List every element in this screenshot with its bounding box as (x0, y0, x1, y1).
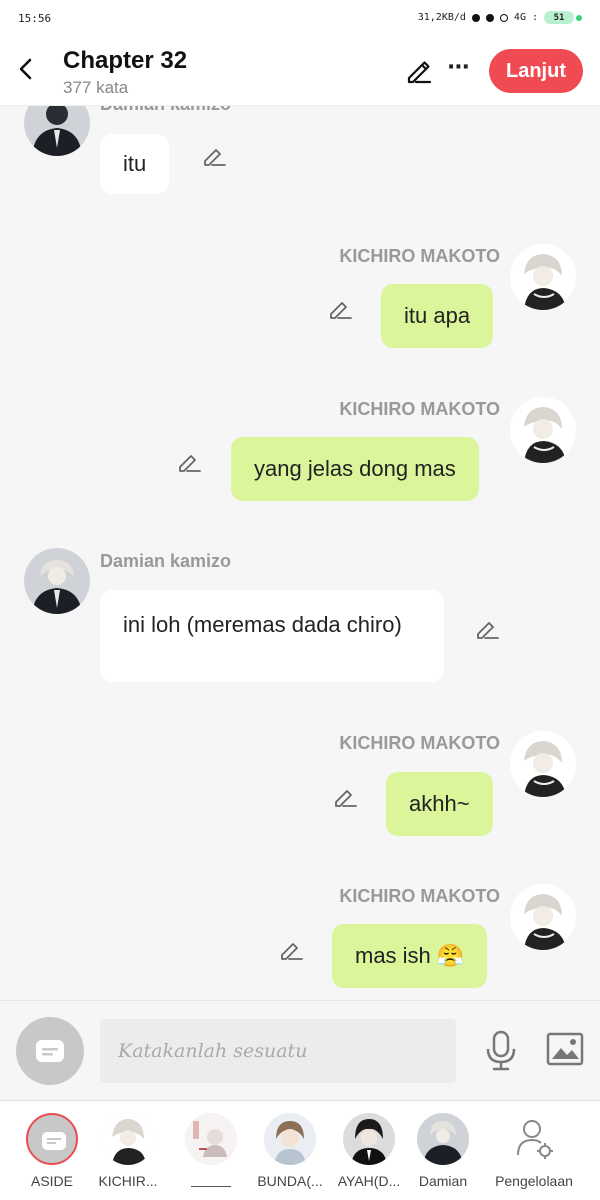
image-icon (546, 1032, 584, 1066)
signal-dot-icon (499, 13, 508, 22)
net-speed: 31,2KB/d (417, 12, 466, 23)
avatar-damian[interactable] (24, 106, 90, 156)
edit-message-button[interactable] (176, 449, 202, 475)
character-sketch[interactable] (171, 1111, 251, 1197)
character-label: Pengelolaan (495, 1173, 573, 1189)
character-bar: ASIDE KICHIR... BUNDA(... AYAH(D... Dami… (0, 1100, 600, 1200)
image-upload-button[interactable] (546, 1031, 584, 1067)
character-label: KICHIR... (98, 1173, 158, 1189)
network-type: 4G (513, 12, 526, 23)
chat-area[interactable]: Damian kamizo itu KICHIRO MAKOTO itu apa… (0, 106, 600, 1000)
manage-icon (508, 1113, 560, 1165)
message-bubble[interactable]: itu apa (381, 284, 494, 348)
avatar-kichiro[interactable] (510, 731, 576, 797)
status-time: 15:56 (18, 12, 52, 25)
manage-characters[interactable]: Pengelolaan (494, 1111, 574, 1197)
chevron-left-icon (19, 58, 32, 80)
edit-message-button[interactable] (201, 143, 227, 169)
message-bubble[interactable]: akhh~ (386, 772, 493, 836)
pencil-icon (179, 455, 201, 472)
sender-name: Damian kamizo (100, 106, 231, 115)
message-input[interactable] (100, 1019, 456, 1083)
message-bubble[interactable]: yang jelas dong mas (231, 437, 479, 501)
pencil-icon (335, 790, 357, 807)
microphone-button[interactable] (484, 1029, 518, 1073)
next-button[interactable]: Lanjut (489, 49, 583, 93)
status-indicators: 31,2KB/d 4G : 51 (418, 11, 582, 24)
pencil-icon (407, 61, 432, 84)
character-kichiro[interactable]: KICHIR... (88, 1111, 168, 1197)
pencil-icon (330, 302, 352, 319)
avatar-sketch (185, 1113, 237, 1165)
pencil-icon (477, 622, 499, 639)
avatar-damian[interactable] (24, 548, 90, 614)
battery-icon: 51 (544, 11, 574, 24)
character-ayah[interactable]: AYAH(D... (329, 1111, 409, 1197)
empty-label-line (191, 1186, 231, 1187)
microphone-icon (486, 1030, 516, 1071)
message-bubble[interactable]: mas ish 😤 (332, 924, 488, 988)
page-title: Chapter 32 (63, 47, 188, 74)
character-aside[interactable]: ASIDE (12, 1111, 92, 1197)
avatar-kichiro[interactable] (510, 244, 576, 310)
edit-message-button[interactable] (327, 296, 353, 322)
character-damian[interactable]: Damian (403, 1111, 483, 1197)
aside-toggle-button[interactable] (16, 1017, 84, 1085)
word-count: 377 kata (63, 78, 129, 97)
avatar-bunda (264, 1113, 316, 1165)
signal-dot-icon (485, 13, 494, 22)
pencil-icon (204, 149, 226, 166)
avatar-ayah (343, 1113, 395, 1165)
sender-name: KICHIRO MAKOTO (339, 246, 500, 266)
avatar-kichiro[interactable] (510, 397, 576, 463)
edit-message-button[interactable] (278, 937, 304, 963)
sender-name: Damian kamizo (100, 551, 232, 571)
message-bubble[interactable]: itu (100, 134, 170, 194)
sender-name: KICHIRO MAKOTO (339, 886, 500, 906)
signal-dot-icon (471, 13, 480, 22)
edit-message-button[interactable] (474, 616, 500, 642)
more-options-button[interactable]: ⋯ (445, 56, 473, 84)
aside-icon (26, 1113, 78, 1165)
message-composer (0, 1000, 600, 1100)
back-button[interactable] (12, 54, 40, 84)
character-label: Damian (418, 1173, 468, 1189)
sender-name: KICHIRO MAKOTO (339, 733, 500, 753)
message-bubble[interactable]: ini loh (meremas dada chiro) (100, 590, 444, 682)
aside-icon (36, 1040, 64, 1062)
character-label: AYAH(D... (337, 1173, 401, 1189)
pencil-icon (281, 943, 303, 960)
character-label: ASIDE (30, 1173, 73, 1189)
avatar-damian (417, 1113, 469, 1165)
edit-chapter-button[interactable] (403, 56, 433, 86)
edit-message-button[interactable] (332, 784, 358, 810)
status-bar: 15:56 31,2KB/d 4G : 51 (0, 0, 600, 38)
battery-tip-icon (576, 14, 582, 21)
character-bunda[interactable]: BUNDA(... (250, 1111, 330, 1197)
chapter-header: Chapter 32 377 kata ⋯ Lanjut (0, 38, 600, 106)
character-label: BUNDA(... (257, 1173, 323, 1189)
avatar-kichiro[interactable] (510, 884, 576, 950)
sender-name: KICHIRO MAKOTO (339, 399, 500, 419)
wifi-icon: : (531, 12, 538, 23)
avatar-kichiro (102, 1113, 154, 1165)
